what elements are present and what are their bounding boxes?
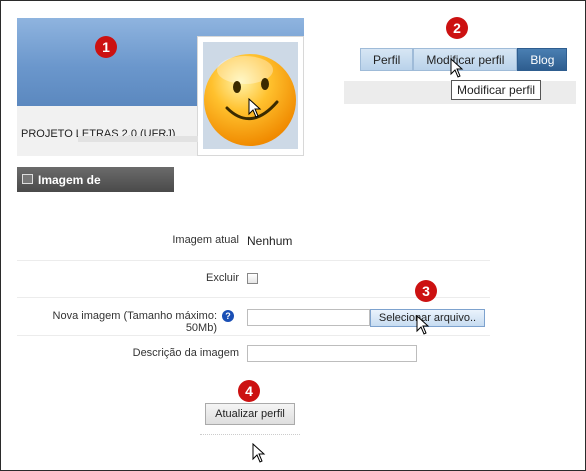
tab-modificar-perfil[interactable]: Modificar perfil [413, 48, 518, 71]
current-image-label: Imagem atual [172, 234, 239, 246]
new-image-label: Nova imagem (Tamanho máximo: 50Mb) [52, 310, 217, 334]
banner-shadow [78, 136, 198, 142]
callout-badge: 2 [446, 17, 468, 39]
mouse-cursor-icon [450, 58, 464, 78]
avatar[interactable] [197, 36, 304, 156]
mouse-cursor-icon [416, 315, 430, 335]
help-icon[interactable]: ? [222, 310, 234, 322]
tab-perfil[interactable]: Perfil [360, 48, 414, 71]
tooltip: Modificar perfil [451, 80, 542, 100]
section-title: Imagem de [38, 173, 101, 187]
callout-badge: 1 [95, 36, 117, 58]
update-profile-button[interactable]: Atualizar perfil [205, 403, 295, 425]
section-header: Imagem de [17, 167, 174, 192]
mouse-cursor-icon [248, 98, 262, 118]
profile-banner: PROJETO LETRAS 2.0 (UFRJ) [17, 18, 304, 156]
current-image-value: Nenhum [247, 234, 293, 248]
file-path-input[interactable] [247, 309, 370, 326]
row-divider [17, 260, 490, 261]
divider [200, 434, 300, 436]
row-divider [17, 335, 490, 336]
delete-label: Excluir [205, 272, 239, 284]
mouse-cursor-icon [252, 443, 266, 463]
description-label: Descrição da imagem [132, 347, 239, 359]
smiley-face-icon [204, 54, 296, 146]
delete-checkbox[interactable] [247, 273, 258, 284]
image-icon [22, 174, 33, 184]
tab-blog[interactable]: Blog [517, 48, 568, 71]
description-input[interactable] [247, 345, 417, 362]
callout-badge: 4 [238, 380, 260, 402]
callout-badge: 3 [415, 280, 437, 302]
